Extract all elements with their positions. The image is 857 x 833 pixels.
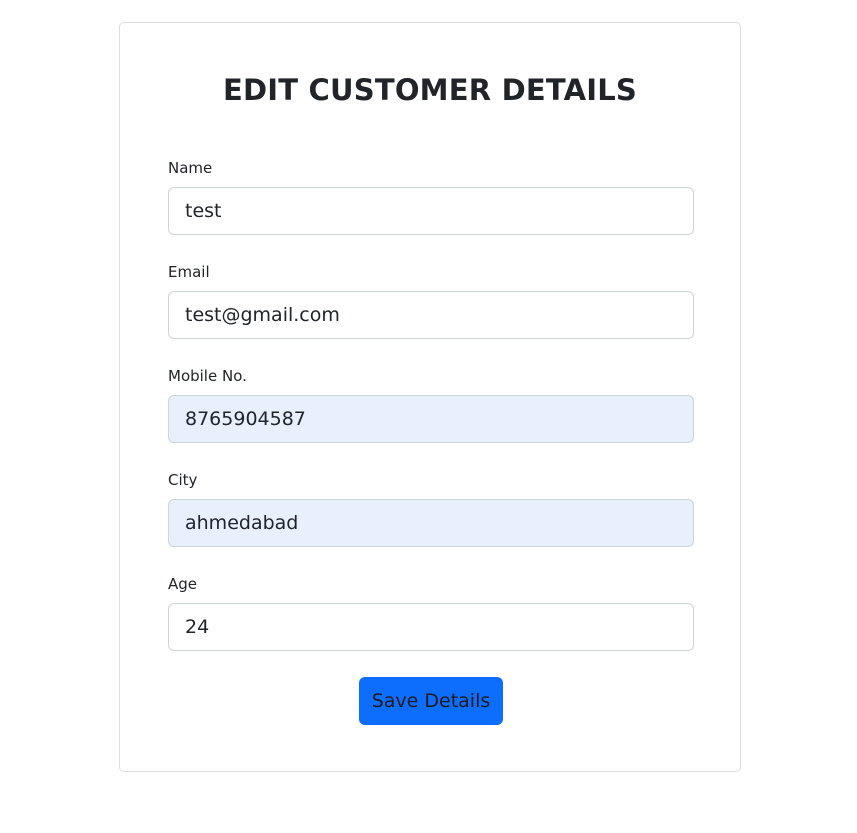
age-input[interactable] xyxy=(168,603,694,651)
mobile-label: Mobile No. xyxy=(168,367,247,385)
city-field-group: City xyxy=(168,471,694,547)
mobile-field-group: Mobile No. xyxy=(168,367,694,443)
name-input[interactable] xyxy=(168,187,694,235)
save-details-button[interactable]: Save Details xyxy=(359,677,503,725)
page-title: EDIT CUSTOMER DETAILS xyxy=(222,73,637,107)
age-label: Age xyxy=(168,575,198,593)
email-input[interactable] xyxy=(168,291,694,339)
name-field-group: Name xyxy=(168,159,694,235)
email-field-group: Email xyxy=(168,263,694,339)
age-field-group: Age xyxy=(168,575,694,651)
edit-customer-card: EDIT CUSTOMER DETAILS Name Email Mobile … xyxy=(119,22,741,772)
name-label: Name xyxy=(168,159,213,177)
mobile-input[interactable] xyxy=(168,395,694,443)
city-label: City xyxy=(168,471,198,489)
city-input[interactable] xyxy=(168,499,694,547)
email-label: Email xyxy=(168,263,210,281)
